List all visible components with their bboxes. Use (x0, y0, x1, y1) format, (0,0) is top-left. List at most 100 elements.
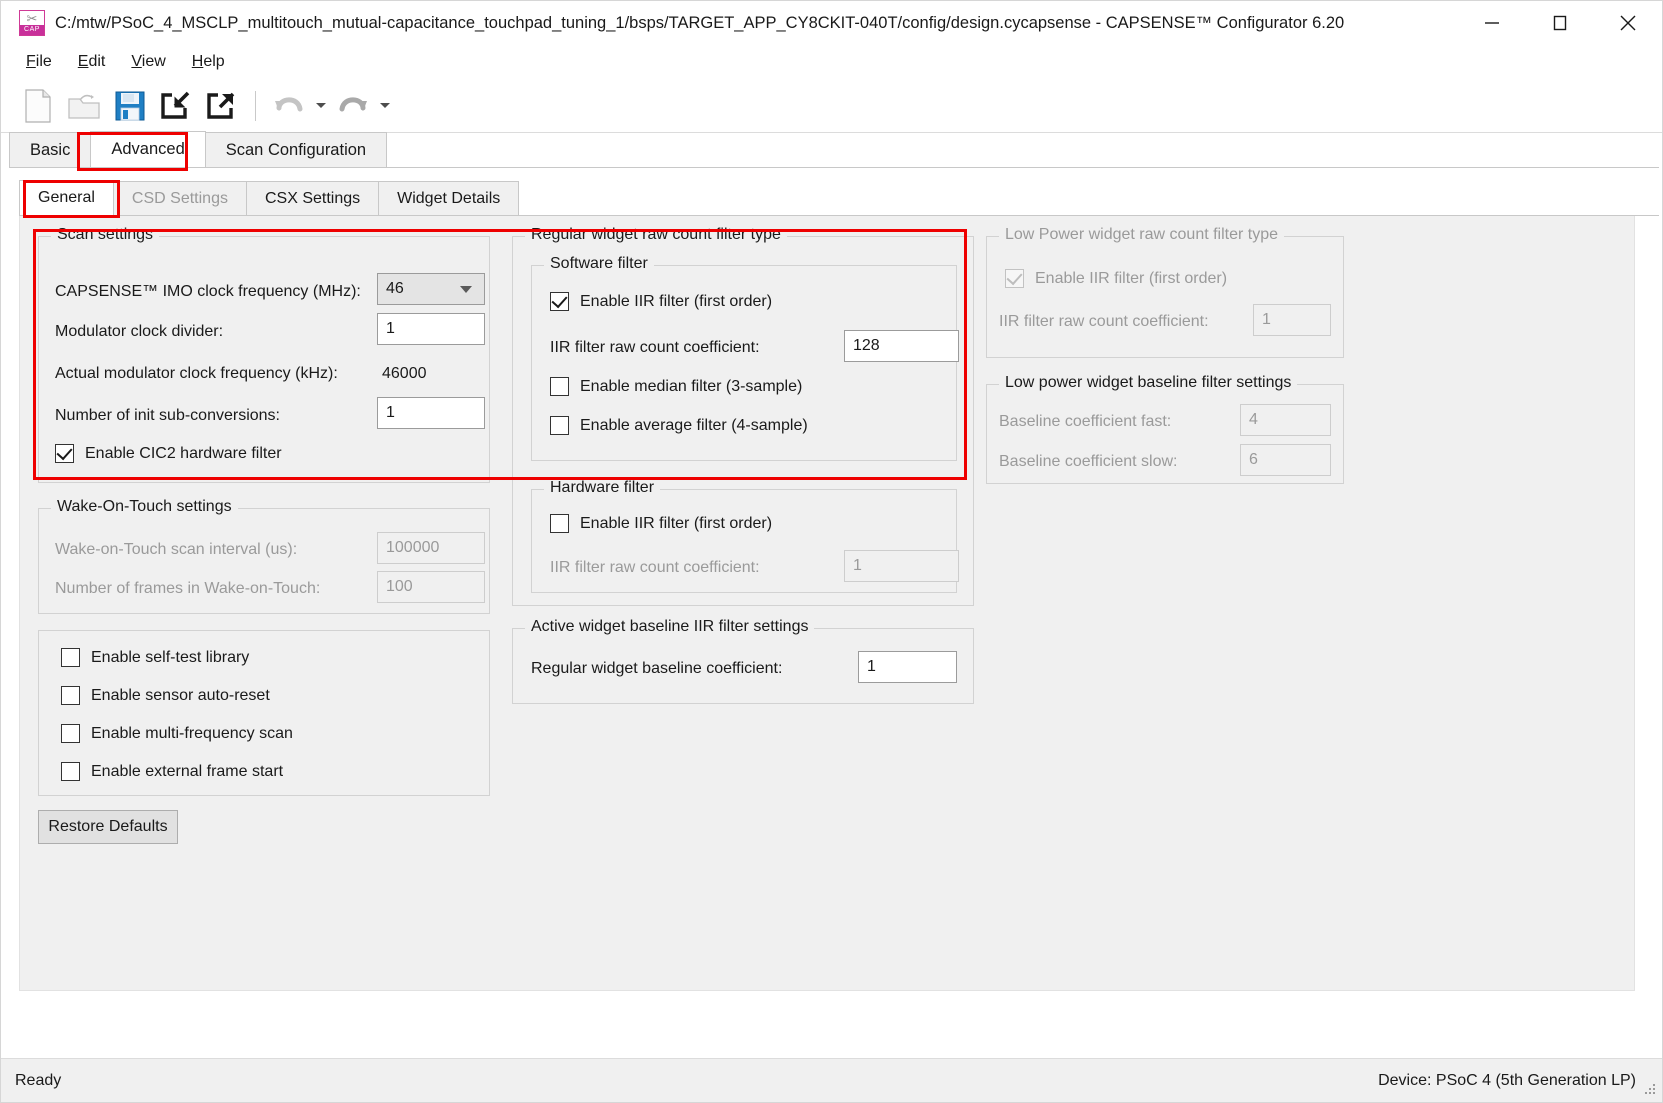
menu-item-edit-label: dit (88, 53, 106, 70)
tab-advanced[interactable]: Advanced (90, 131, 206, 167)
hardware-enable-iir-filter-label: Enable IIR filter (first order) (580, 514, 773, 532)
regular-widget-baseline-coefficient-input[interactable]: 1 (858, 651, 957, 683)
checkbox-icon (550, 416, 569, 435)
hardware-iir-coefficient-input[interactable]: 1 (844, 550, 959, 582)
enable-cic2-hardware-filter-checkbox[interactable]: Enable CIC2 hardware filter (55, 444, 282, 463)
menu-item-file[interactable]: File (13, 50, 65, 74)
tab-basic[interactable]: Basic (9, 132, 92, 167)
checkbox-icon (550, 514, 569, 533)
open-folder-icon[interactable] (61, 83, 107, 129)
toolbar-separator (255, 90, 256, 121)
menu-item-help-label: elp (203, 53, 225, 70)
enable-self-test-library-label: Enable self-test library (91, 648, 250, 666)
enable-median-filter-label: Enable median filter (3-sample) (580, 377, 803, 395)
group-low-power-filter-title: Low Power widget raw count filter type (999, 226, 1285, 244)
undo-dropdown-icon[interactable] (312, 83, 330, 129)
group-active-widget-baseline-title: Active widget baseline IIR filter settin… (525, 618, 815, 636)
tab-general[interactable]: General (19, 180, 114, 215)
init-sub-conversions-input[interactable]: 1 (377, 397, 485, 429)
checkbox-icon (61, 686, 80, 705)
group-hardware-filter-title: Hardware filter (544, 479, 661, 497)
menu-bar: File Edit View Help (1, 45, 1662, 79)
tab-scan-configuration[interactable]: Scan Configuration (204, 132, 388, 167)
baseline-coefficient-fast-label: Baseline coefficient fast: (999, 413, 1172, 430)
maximize-button[interactable] (1526, 1, 1594, 45)
capsense-icon-glyph: ✂ (26, 11, 38, 26)
chevron-down-icon (460, 285, 472, 293)
tab-widget-details[interactable]: Widget Details (378, 181, 520, 215)
group-low-power-baseline-title: Low power widget baseline filter setting… (999, 374, 1298, 392)
enable-cic2-hardware-filter-label: Enable CIC2 hardware filter (85, 444, 282, 462)
imo-clock-frequency-value: 46 (386, 280, 404, 297)
minimize-button[interactable] (1458, 1, 1526, 45)
software-iir-coefficient-label: IIR filter raw count coefficient: (550, 339, 760, 356)
undo-icon[interactable] (266, 83, 312, 129)
redo-dropdown-icon[interactable] (376, 83, 394, 129)
baseline-coefficient-slow-input[interactable]: 6 (1240, 444, 1331, 476)
device-text: Device: PSoC 4 (5th Generation LP) (1378, 1071, 1636, 1089)
menu-item-file-label: ile (35, 53, 52, 70)
wake-on-touch-interval-label: Wake-on-Touch scan interval (us): (55, 541, 298, 558)
baseline-coefficient-fast-input[interactable]: 4 (1240, 404, 1331, 436)
enable-sensor-auto-reset-checkbox[interactable]: Enable sensor auto-reset (61, 686, 270, 705)
enable-external-frame-start-checkbox[interactable]: Enable external frame start (61, 762, 283, 781)
software-enable-iir-filter-label: Enable IIR filter (first order) (580, 292, 773, 310)
checkbox-icon (61, 762, 80, 781)
tab-strip-primary: Basic Advanced Scan Configuration (9, 131, 1659, 168)
wake-on-touch-interval-input[interactable]: 100000 (377, 532, 485, 564)
group-scan-settings-title: Scan settings (51, 226, 160, 244)
tab-strip-secondary: General CSD Settings CSX Settings Widget… (19, 180, 1659, 216)
low-power-enable-iir-filter-checkbox[interactable]: Enable IIR filter (first order) (1005, 269, 1227, 288)
regular-widget-baseline-coefficient-label: Regular widget baseline coefficient: (531, 660, 783, 677)
software-enable-iir-filter-checkbox[interactable]: Enable IIR filter (first order) (550, 292, 772, 311)
software-iir-coefficient-input[interactable]: 128 (844, 330, 959, 362)
export-icon[interactable] (199, 83, 245, 129)
imo-clock-frequency-combo[interactable]: 46 (377, 273, 485, 305)
restore-defaults-button[interactable]: Restore Defaults (38, 810, 178, 844)
enable-self-test-library-checkbox[interactable]: Enable self-test library (61, 648, 249, 667)
menu-item-edit[interactable]: Edit (65, 50, 119, 74)
group-misc-options: Enable self-test library Enable sensor a… (38, 630, 490, 796)
new-file-icon[interactable] (15, 83, 61, 129)
baseline-coefficient-slow-label: Baseline coefficient slow: (999, 453, 1178, 470)
wake-on-touch-frames-label: Number of frames in Wake-on-Touch: (55, 580, 321, 597)
enable-multi-frequency-scan-checkbox[interactable]: Enable multi-frequency scan (61, 724, 293, 743)
init-sub-conversions-label: Number of init sub-conversions: (55, 407, 280, 424)
enable-median-filter-checkbox[interactable]: Enable median filter (3-sample) (550, 377, 802, 396)
group-software-filter-title: Software filter (544, 255, 654, 273)
checkbox-icon (55, 444, 74, 463)
capsense-icon-badge: CAP (20, 25, 44, 35)
hardware-iir-coefficient-label: IIR filter raw count coefficient: (550, 559, 760, 576)
import-icon[interactable] (153, 83, 199, 129)
close-button[interactable] (1594, 1, 1662, 45)
window-title: C:/mtw/PSoC_4_MSCLP_multitouch_mutual-ca… (55, 13, 1345, 32)
window-controls (1458, 1, 1662, 45)
group-active-widget-baseline: Active widget baseline IIR filter settin… (512, 618, 974, 704)
actual-modulator-clock-frequency-label: Actual modulator clock frequency (kHz): (55, 365, 338, 382)
menu-item-view[interactable]: View (118, 50, 178, 74)
enable-average-filter-checkbox[interactable]: Enable average filter (4-sample) (550, 416, 808, 435)
enable-multi-frequency-scan-label: Enable multi-frequency scan (91, 724, 293, 742)
low-power-enable-iir-filter-label: Enable IIR filter (first order) (1035, 269, 1228, 287)
checkbox-icon (550, 292, 569, 311)
save-icon[interactable] (107, 83, 153, 129)
status-text: Ready (15, 1071, 62, 1089)
resize-grip[interactable] (1643, 1084, 1657, 1098)
tab-csd-settings[interactable]: CSD Settings (112, 181, 247, 215)
low-power-iir-coefficient-input[interactable]: 1 (1253, 304, 1331, 336)
hardware-enable-iir-filter-checkbox[interactable]: Enable IIR filter (first order) (550, 514, 772, 533)
group-hardware-filter: Hardware filter Enable IIR filter (first… (531, 479, 959, 593)
menu-item-view-label: iew (141, 53, 166, 70)
title-bar: ✂ CAP C:/mtw/PSoC_4_MSCLP_multitouch_mut… (1, 1, 1662, 45)
wake-on-touch-frames-input[interactable]: 100 (377, 571, 485, 603)
modulator-clock-divider-input[interactable]: 1 (377, 313, 485, 345)
group-wake-on-touch-title: Wake-On-Touch settings (51, 498, 238, 516)
group-low-power-filter-type: Low Power widget raw count filter type E… (986, 226, 1344, 358)
tab-csx-settings[interactable]: CSX Settings (245, 181, 380, 215)
low-power-iir-coefficient-label: IIR filter raw count coefficient: (999, 313, 1209, 330)
modulator-clock-divider-label: Modulator clock divider: (55, 323, 224, 340)
redo-icon[interactable] (330, 83, 376, 129)
capsense-icon: ✂ CAP (19, 10, 45, 36)
enable-sensor-auto-reset-label: Enable sensor auto-reset (91, 686, 270, 704)
menu-item-help[interactable]: Help (179, 50, 238, 74)
